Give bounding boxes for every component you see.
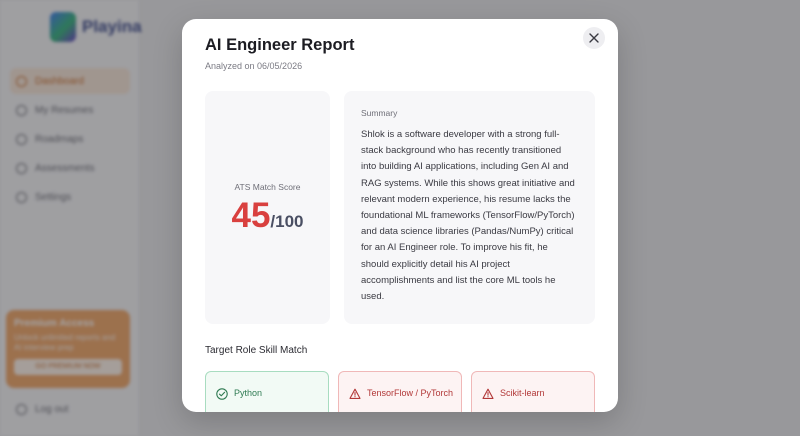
- close-icon: [589, 33, 599, 43]
- skill-name: TensorFlow / PyTorch: [367, 388, 454, 398]
- warning-triangle-icon: [349, 388, 361, 399]
- warning-triangle-icon: [482, 388, 494, 399]
- ats-score: 45 /100: [231, 198, 303, 233]
- analyzed-date: Analyzed on 06/05/2026: [205, 61, 303, 71]
- ats-score-label: ATS Match Score: [234, 182, 301, 192]
- ats-score-max: /100: [270, 212, 304, 231]
- skill-card-tensorflow-pytorch: TensorFlow / PyTorch: [338, 371, 462, 412]
- report-modal: AI Engineer Report Analyzed on 06/05/202…: [182, 19, 618, 412]
- skill-name: Scikit-learn: [500, 388, 545, 398]
- close-button[interactable]: [583, 27, 605, 49]
- skill-name: Python: [234, 388, 263, 398]
- summary-text: Shlok is a software developer with a str…: [361, 129, 575, 303]
- check-circle-icon: [216, 388, 228, 400]
- summary-label: Summary: [361, 108, 398, 118]
- skill-card-scikit-learn: Scikit-learn: [471, 371, 595, 412]
- skills-section-title: Target Role Skill Match: [205, 345, 308, 356]
- ats-score-value: 45: [231, 196, 271, 235]
- skill-card-python: Python: [205, 371, 329, 412]
- ats-score-card: ATS Match Score 45 /100: [205, 91, 330, 324]
- modal-title: AI Engineer Report: [205, 36, 355, 54]
- summary-card: Summary Shlok is a software developer wi…: [344, 91, 595, 324]
